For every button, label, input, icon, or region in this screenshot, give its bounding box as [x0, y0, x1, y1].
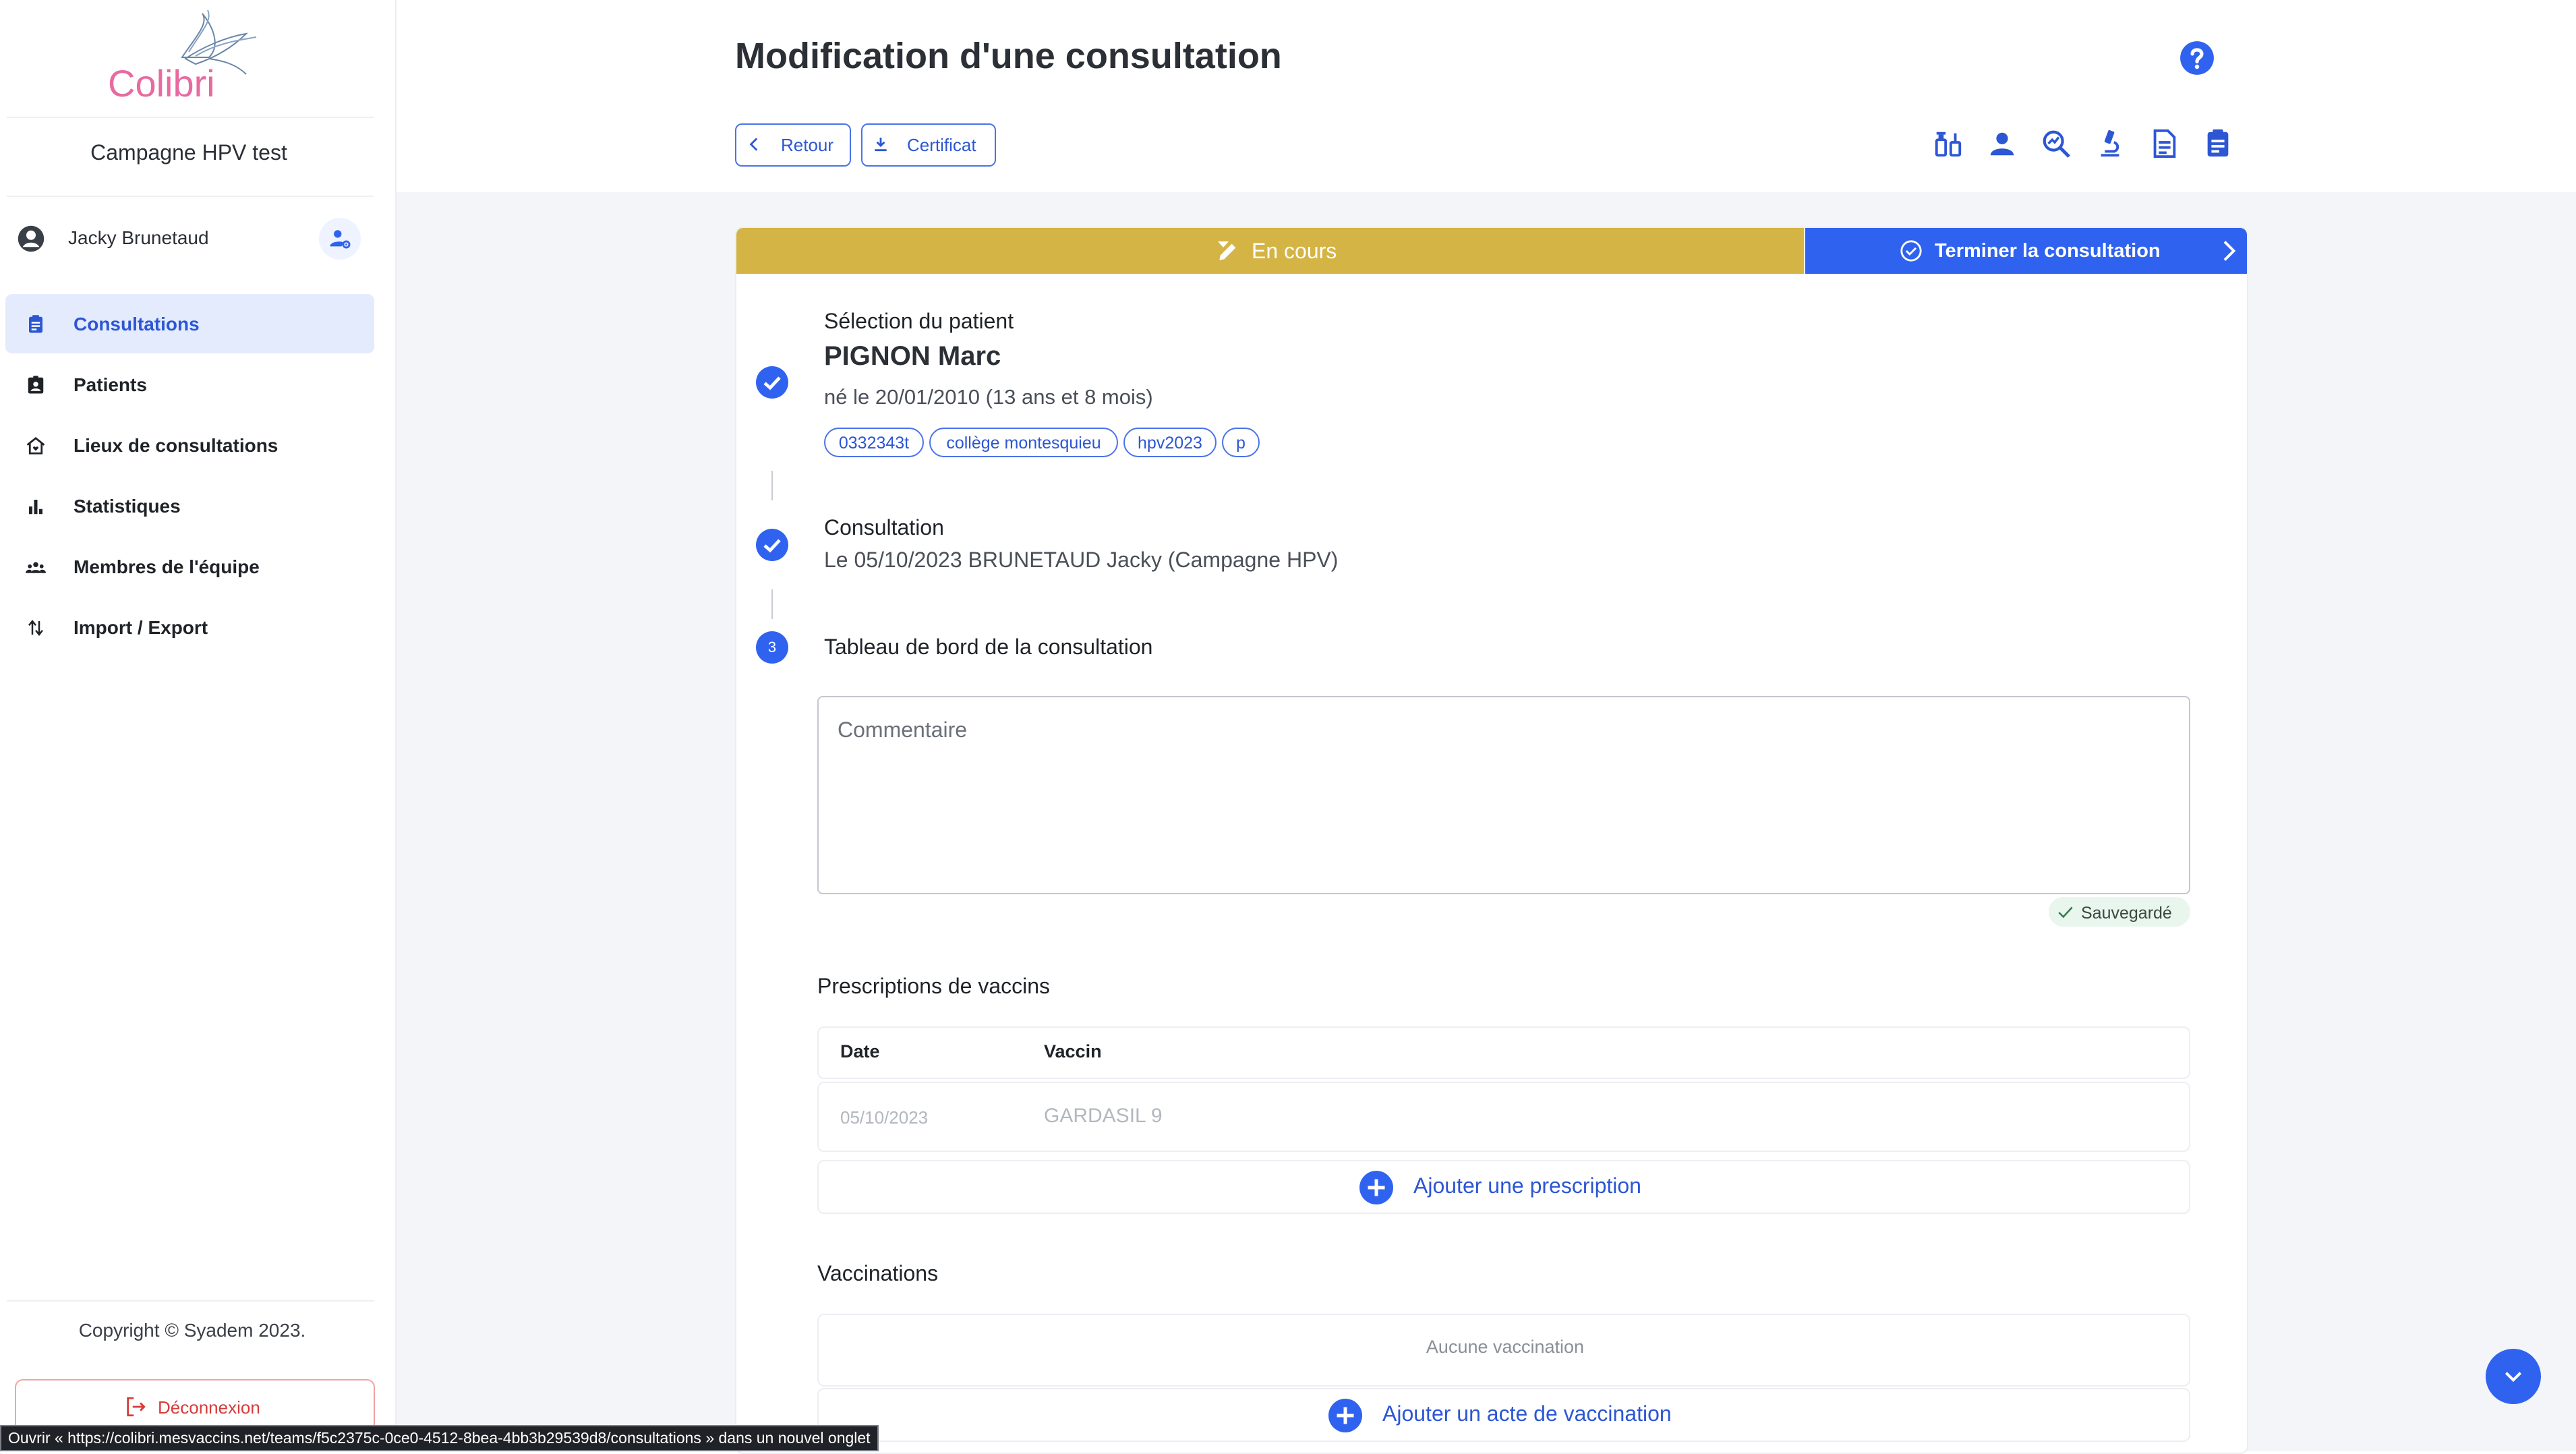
back-button[interactable]: Retour	[735, 123, 851, 167]
add-vaccination-button[interactable]: Ajouter un acte de vaccination	[817, 1388, 2190, 1442]
status-label: En cours	[1252, 239, 1337, 263]
add-prescription-button[interactable]: Ajouter une prescription	[817, 1160, 2190, 1214]
page-header	[397, 0, 2576, 192]
patient-badge-icon	[28, 376, 44, 394]
sidebar: Colibri Campagne HPV test Jacky Brunetau…	[0, 0, 397, 1451]
table-row[interactable]: 05/10/2023 GARDASIL 9	[817, 1082, 2190, 1152]
link-status-tooltip: Ouvrir « https://colibri.mesvaccins.net/…	[0, 1425, 879, 1451]
clipboard-icon[interactable]	[2202, 128, 2233, 159]
divider	[7, 196, 374, 197]
divider	[7, 1300, 374, 1302]
chevron-right-icon	[2223, 241, 2236, 261]
patient-tag[interactable]: hpv2023	[1123, 428, 1217, 457]
saved-badge: Sauvegardé	[2049, 897, 2190, 927]
add-vaccination-label: Ajouter un acte de vaccination	[1382, 1401, 1672, 1426]
user-settings-button[interactable]	[319, 218, 361, 260]
step-patient-title: Sélection du patient	[824, 309, 1014, 333]
user-name: Jacky Brunetaud	[68, 227, 209, 248]
document-icon[interactable]	[2148, 128, 2179, 159]
sidebar-item-patients[interactable]: Patients	[5, 355, 374, 414]
prescriptions-table-header: Date Vaccin	[817, 1026, 2190, 1079]
step-consultation-title: Consultation	[824, 515, 944, 540]
sidebar-item-label: Statistiques	[74, 496, 181, 517]
page-title: Modification d'une consultation	[735, 36, 1282, 76]
scroll-down-button[interactable]	[2486, 1349, 2541, 1404]
check-icon	[2058, 906, 2073, 919]
campaign-name: Campagne HPV test	[90, 140, 287, 165]
column-header-date: Date	[840, 1041, 880, 1062]
saved-label: Sauvegardé	[2081, 904, 2172, 923]
status-dropdown[interactable]: En cours	[736, 228, 1804, 274]
certificate-label: Certificat	[907, 135, 976, 155]
user-avatar-icon	[18, 225, 45, 252]
sidebar-item-label: Lieux de consultations	[74, 435, 279, 456]
sidebar-item-consultations[interactable]: Consultations	[5, 294, 374, 353]
consultation-card: En cours Terminer la consultation Sélect…	[735, 227, 2248, 1454]
microscope-icon[interactable]	[2095, 128, 2126, 159]
logout-icon	[127, 1397, 146, 1417]
user-row: Jacky Brunetaud	[17, 218, 368, 260]
sidebar-item-label: Consultations	[74, 314, 200, 335]
prescription-vaccine: GARDASIL 9	[1044, 1105, 1163, 1127]
patient-birth: né le 20/01/2010 (13 ans et 8 mois)	[824, 385, 1153, 409]
add-prescription-label: Ajouter une prescription	[1413, 1173, 1641, 1198]
prescription-date: 05/10/2023	[840, 1107, 929, 1128]
sidebar-item-statistiques[interactable]: Statistiques	[5, 476, 374, 535]
check-circle-icon	[1900, 240, 1922, 262]
sidebar-item-membres[interactable]: Membres de l'équipe	[5, 537, 374, 596]
vaccinations-empty-row: Aucune vaccination	[817, 1314, 2190, 1387]
divider	[7, 117, 374, 118]
swap-vertical-icon	[28, 619, 43, 637]
consultation-detail: Le 05/10/2023 BRUNETAUD Jacky (Campagne …	[824, 548, 1339, 572]
sidebar-item-import-export[interactable]: Import / Export	[5, 598, 374, 657]
comment-placeholder: Commentaire	[838, 718, 968, 742]
step-dashboard-title: Tableau de bord de la consultation	[824, 635, 1153, 659]
patient-name: PIGNON Marc	[824, 341, 1001, 371]
chevron-left-icon	[749, 138, 758, 151]
patient-tag[interactable]: collège montesquieu	[929, 428, 1118, 457]
download-icon	[875, 138, 887, 152]
sidebar-item-label: Membres de l'équipe	[74, 556, 260, 577]
group-icon	[26, 562, 46, 573]
prescriptions-title: Prescriptions de vaccins	[817, 974, 1051, 998]
copyright: Copyright © Syadem 2023.	[78, 1320, 306, 1341]
vaccine-icon[interactable]	[1933, 128, 1964, 159]
logo-wordmark: Colibri	[108, 62, 215, 105]
home-heart-icon	[26, 436, 45, 455]
finish-label: Terminer la consultation	[1935, 240, 2161, 262]
search-analytics-icon[interactable]	[2041, 128, 2072, 159]
step-done-icon	[756, 529, 788, 561]
vaccinations-title: Vaccinations	[817, 1261, 939, 1285]
sidebar-item-lieux[interactable]: Lieux de consultations	[5, 415, 374, 475]
no-vaccination-label: Aucune vaccination	[1426, 1337, 1585, 1357]
plus-circle-icon	[1328, 1399, 1362, 1432]
step-connector	[771, 471, 773, 500]
plus-circle-icon	[1359, 1171, 1393, 1204]
patient-tag[interactable]: p	[1222, 428, 1260, 457]
column-header-vaccine: Vaccin	[1044, 1041, 1102, 1062]
clipboard-icon	[29, 315, 42, 333]
person-icon[interactable]	[1987, 128, 2018, 159]
sidebar-item-label: Patients	[74, 374, 147, 395]
step-connector	[771, 589, 773, 619]
step-done-icon	[756, 366, 788, 399]
sidebar-item-label: Import / Export	[74, 617, 208, 638]
hummingbird-logo-icon: Colibri	[108, 9, 257, 105]
back-label: Retour	[781, 135, 834, 155]
help-icon[interactable]	[2179, 40, 2215, 76]
patient-tag[interactable]: 0332343t	[824, 428, 924, 457]
caret-down-icon	[1218, 241, 1229, 248]
logout-label: Déconnexion	[158, 1397, 260, 1418]
comment-textarea[interactable]: Commentaire	[817, 696, 2190, 894]
step-number-badge: 3	[756, 631, 788, 664]
chevron-down-icon	[2505, 1372, 2522, 1383]
finish-consultation-button[interactable]: Terminer la consultation	[1805, 228, 2247, 274]
colibri-logo[interactable]: Colibri	[101, 9, 263, 105]
user-gear-icon	[330, 230, 351, 249]
certificate-button[interactable]: Certificat	[861, 123, 996, 167]
bar-chart-icon	[29, 500, 42, 515]
